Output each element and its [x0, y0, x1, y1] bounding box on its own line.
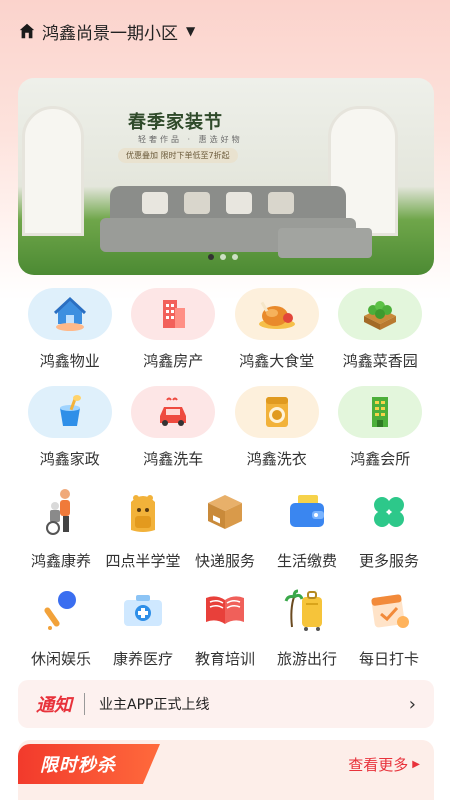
service-label: 鸿鑫物业	[39, 352, 100, 370]
sofa-pillow	[268, 192, 294, 214]
pagination-dot[interactable]	[220, 254, 226, 260]
home-icon	[19, 23, 35, 39]
pagination-dot[interactable]	[232, 254, 238, 260]
flash-sale-badge: 限时秒杀	[18, 744, 160, 784]
secondary-services-row-1: 鸿鑫康养 四点半学堂 快递服务 生活缴费 更多服务	[20, 488, 430, 571]
service-label: 鸿鑫房产	[143, 352, 204, 370]
service-property[interactable]: 鸿鑫物业	[18, 288, 122, 371]
school-backpack-icon	[119, 488, 167, 536]
service-label: 鸿鑫大食堂	[239, 352, 315, 370]
microphone-icon	[37, 586, 85, 634]
service-label: 鸿鑫洗车	[143, 450, 204, 468]
banner-promo-pill: 优惠叠加 限时下单低至7折起	[118, 148, 238, 163]
service-label: 休闲娱乐	[30, 650, 91, 668]
primary-services-row-2: 鸿鑫家政 鸿鑫洗车 鸿鑫洗衣 鸿鑫会所	[18, 386, 432, 469]
service-travel[interactable]: 旅游出行	[266, 586, 348, 669]
service-label: 鸿鑫菜香园	[342, 352, 418, 370]
service-housekeeping[interactable]: 鸿鑫家政	[18, 386, 122, 469]
sofa-pillow	[226, 192, 252, 214]
clover-more-icon	[365, 488, 413, 536]
flash-sale-section: 限时秒杀 查看更多 ▶	[18, 740, 434, 800]
service-car-wash[interactable]: 鸿鑫洗车	[122, 386, 226, 469]
flash-sale-title: 限时秒杀	[40, 755, 116, 776]
community-name: 鸿鑫尚景一期小区	[42, 23, 178, 44]
wallet-icon	[283, 488, 331, 536]
notice-text: 业主APP正式上线	[99, 697, 210, 713]
service-vegetable-garden[interactable]: 鸿鑫菜香园	[329, 288, 433, 371]
banner-subtitle: 轻奢作品 · 惠选好物	[138, 135, 243, 144]
service-label: 鸿鑫康养	[30, 552, 91, 570]
view-more-label: 查看更多	[348, 756, 409, 774]
washing-machine-icon	[234, 386, 319, 438]
vegetable-garden-icon	[338, 288, 423, 340]
community-selector[interactable]: 鸿鑫尚景一期小区 ▼	[18, 18, 195, 44]
sofa-chaise	[278, 228, 372, 258]
service-clubhouse[interactable]: 鸿鑫会所	[329, 386, 433, 469]
service-label: 生活缴费	[276, 552, 337, 570]
caret-down-icon: ▼	[186, 24, 196, 38]
pagination-dot[interactable]	[208, 254, 214, 260]
cleaning-bucket-icon	[27, 386, 112, 438]
property-house-icon	[27, 288, 112, 340]
banner-arch-left	[22, 106, 84, 236]
promo-banner[interactable]: 春季家装节 轻奢作品 · 惠选好物 优惠叠加 限时下单低至7折起	[18, 78, 434, 275]
building-icon	[131, 288, 216, 340]
notice-divider	[84, 693, 85, 715]
service-laundry[interactable]: 鸿鑫洗衣	[225, 386, 329, 469]
service-label: 四点半学堂	[105, 552, 181, 570]
service-after-school[interactable]: 四点半学堂	[102, 488, 184, 571]
chevron-right-icon: ›	[408, 693, 416, 715]
service-label: 每日打卡	[358, 650, 419, 668]
car-wash-icon	[131, 386, 216, 438]
sofa-pillow	[184, 192, 210, 214]
banner-heading: 春季家装节	[128, 112, 223, 133]
service-label: 鸿鑫会所	[350, 450, 411, 468]
service-label: 更多服务	[358, 552, 419, 570]
service-realestate[interactable]: 鸿鑫房产	[122, 288, 226, 371]
service-more[interactable]: 更多服务	[348, 488, 430, 571]
service-bill-payment[interactable]: 生活缴费	[266, 488, 348, 571]
service-label: 旅游出行	[276, 650, 337, 668]
parcel-box-icon	[201, 488, 249, 536]
service-label: 鸿鑫洗衣	[246, 450, 307, 468]
service-leisure[interactable]: 休闲娱乐	[20, 586, 102, 669]
view-more-link[interactable]: 查看更多 ▶	[348, 754, 420, 775]
open-book-icon	[201, 586, 249, 634]
service-canteen[interactable]: 鸿鑫大食堂	[225, 288, 329, 371]
service-elderly-care[interactable]: 鸿鑫康养	[20, 488, 102, 571]
suitcase-travel-icon	[283, 586, 331, 634]
triangle-right-icon: ▶	[412, 759, 420, 770]
service-medical[interactable]: 康养医疗	[102, 586, 184, 669]
service-label: 快递服务	[194, 552, 255, 570]
notice-tag: 通知	[36, 695, 72, 716]
service-label: 康养医疗	[112, 650, 173, 668]
primary-services-row-1: 鸿鑫物业 鸿鑫房产 鸿鑫大食堂 鸿鑫菜香园	[18, 288, 432, 371]
elderly-care-icon	[37, 488, 85, 536]
sofa-pillow	[142, 192, 168, 214]
service-education[interactable]: 教育培训	[184, 586, 266, 669]
secondary-services-row-2: 休闲娱乐 康养医疗 教育培训 旅游出行 每日打卡	[20, 586, 430, 669]
service-label: 教育培训	[194, 650, 255, 668]
service-label: 鸿鑫家政	[39, 450, 100, 468]
service-express[interactable]: 快递服务	[184, 488, 266, 571]
service-daily-checkin[interactable]: 每日打卡	[348, 586, 430, 669]
roast-chicken-icon	[234, 288, 319, 340]
medical-kit-icon	[119, 586, 167, 634]
checkin-calendar-icon	[365, 586, 413, 634]
clubhouse-building-icon	[338, 386, 423, 438]
notice-bar[interactable]: 通知 业主APP正式上线 ›	[18, 680, 434, 728]
banner-pagination	[208, 254, 238, 260]
